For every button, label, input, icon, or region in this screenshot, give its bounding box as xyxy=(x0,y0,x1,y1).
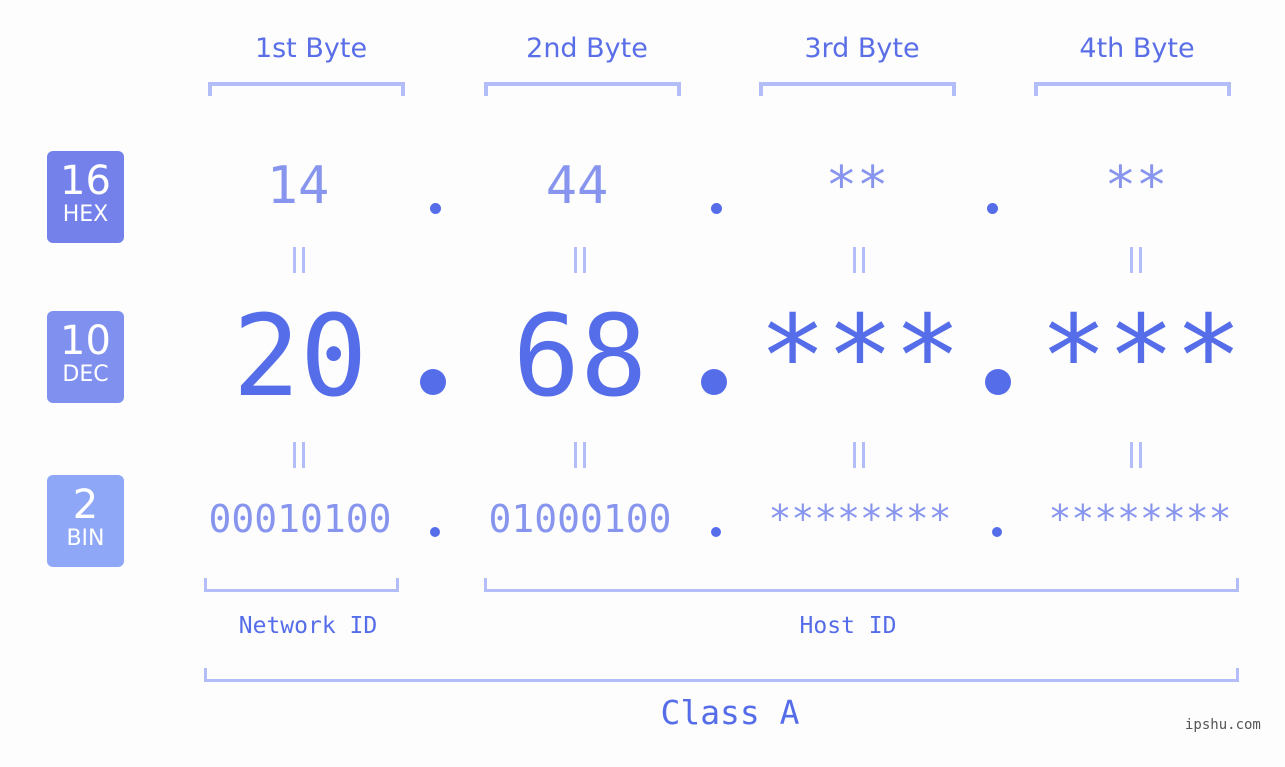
equals-icon xyxy=(853,247,865,273)
dec-separator-dot xyxy=(985,369,1011,395)
dec-separator-dot xyxy=(420,369,446,395)
bin-separator-dot xyxy=(430,527,440,537)
bin-separator-dot xyxy=(711,527,721,537)
bin-base: 2 xyxy=(72,482,99,528)
hex-byte-4: ** xyxy=(1104,156,1168,216)
hex-byte-2: 44 xyxy=(545,156,609,216)
byte-bracket-1 xyxy=(208,82,405,96)
host-id-bracket xyxy=(484,578,1239,592)
dec-byte-3: *** xyxy=(758,292,962,422)
equals-icon xyxy=(1130,442,1142,468)
class-bracket xyxy=(204,668,1239,682)
watermark: ipshu.com xyxy=(1185,717,1261,733)
hex-byte-1: 14 xyxy=(266,156,330,216)
byte-header-1: 1st Byte xyxy=(254,33,368,64)
hex-byte-3: ** xyxy=(825,156,889,216)
dec-separator-dot xyxy=(701,369,727,395)
hex-badge: 16 HEX xyxy=(47,151,124,243)
equals-icon xyxy=(293,247,305,273)
equals-icon xyxy=(574,442,586,468)
bin-badge: 2 BIN xyxy=(47,475,124,567)
hex-base: 16 xyxy=(60,158,111,204)
bin-label: BIN xyxy=(66,526,105,551)
bin-byte-4: ******** xyxy=(1048,497,1232,541)
byte-header-2: 2nd Byte xyxy=(526,33,648,64)
equals-icon xyxy=(853,442,865,468)
equals-icon xyxy=(293,442,305,468)
dec-label: DEC xyxy=(62,362,109,387)
byte-bracket-4 xyxy=(1034,82,1231,96)
network-id-label: Network ID xyxy=(238,613,378,639)
hex-separator-dot xyxy=(430,203,441,214)
hex-separator-dot xyxy=(711,203,722,214)
hex-label: HEX xyxy=(62,202,109,227)
host-id-label: Host ID xyxy=(799,613,897,639)
dec-byte-1: 20 xyxy=(232,292,368,422)
dec-byte-2: 68 xyxy=(512,292,648,422)
equals-icon xyxy=(1130,247,1142,273)
equals-icon xyxy=(574,247,586,273)
bin-separator-dot xyxy=(992,527,1002,537)
dec-badge: 10 DEC xyxy=(47,311,124,403)
dec-base: 10 xyxy=(60,318,111,364)
byte-header-3: 3rd Byte xyxy=(804,33,920,64)
dec-byte-4: *** xyxy=(1039,292,1243,422)
class-label: Class A xyxy=(660,693,800,732)
bin-byte-3: ******** xyxy=(768,497,952,541)
byte-header-4: 4th Byte xyxy=(1079,33,1195,64)
bin-byte-2: 01000100 xyxy=(488,497,672,541)
byte-bracket-2 xyxy=(484,82,681,96)
byte-bracket-3 xyxy=(759,82,956,96)
bin-byte-1: 00010100 xyxy=(208,497,392,541)
network-id-bracket xyxy=(204,578,399,592)
hex-separator-dot xyxy=(987,203,998,214)
